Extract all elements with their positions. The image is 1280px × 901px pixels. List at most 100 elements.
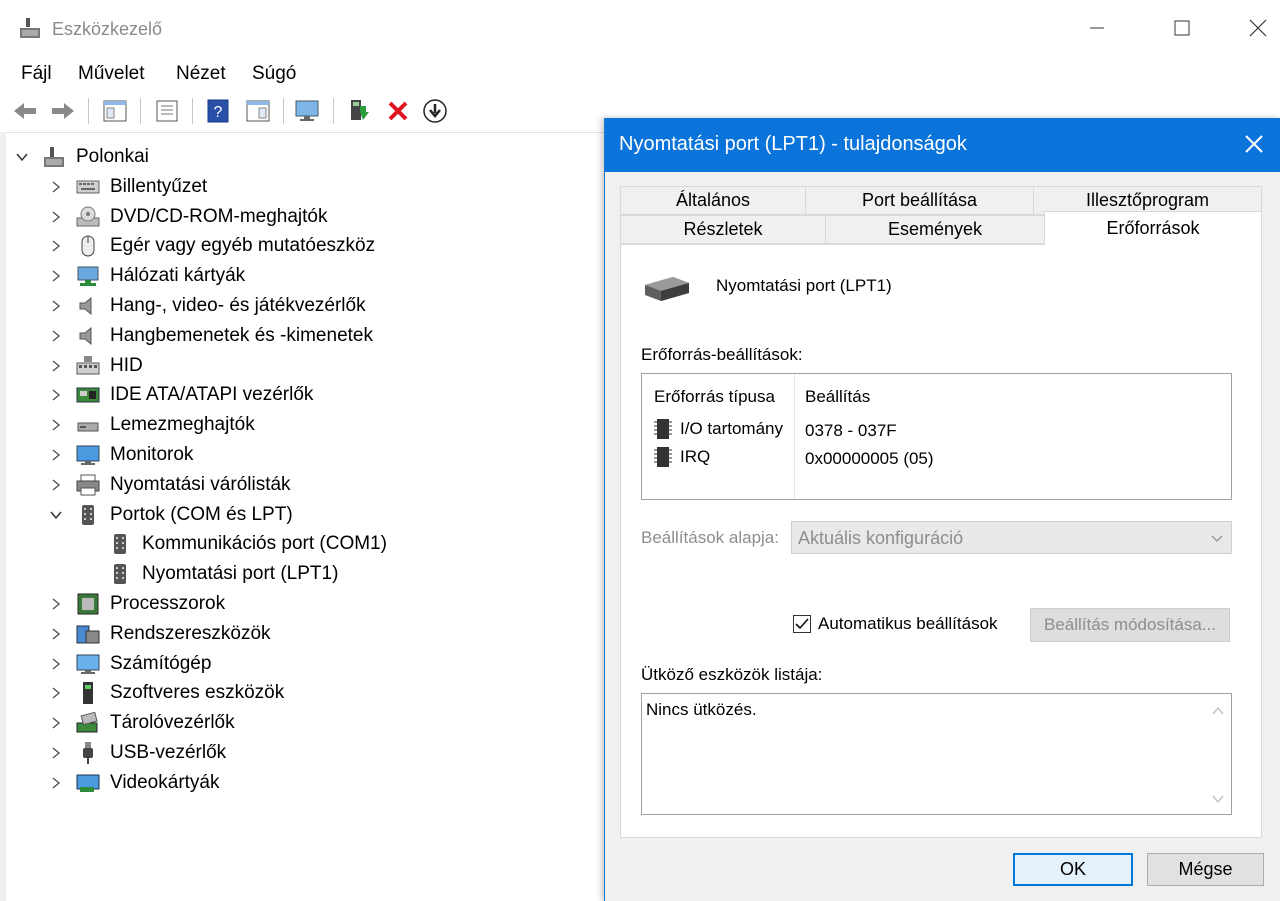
chevron-right-icon[interactable] [48,477,64,493]
tree-category[interactable]: Billentyűzet [48,173,207,201]
tree-category[interactable]: Portok (COM és LPT) [48,501,293,529]
tab-details[interactable]: Részletek [620,215,826,244]
close-button[interactable] [1236,10,1280,46]
tree-category-label: Tárolóvezérlők [110,712,235,734]
cancel-button[interactable]: Mégse [1147,853,1264,886]
column-header-setting[interactable]: Beállítás [805,387,870,407]
tree-category[interactable]: Egér vagy egyéb mutatóeszköz [48,232,375,260]
chevron-right-icon[interactable] [48,179,64,195]
chevron-down-icon[interactable] [48,507,64,523]
resource-list[interactable]: Erőforrás típusa Beállítás I/O tartomány… [641,373,1232,500]
back-button[interactable] [10,96,40,126]
chevron-down-icon [1211,535,1223,543]
console-tree-button[interactable] [100,96,130,126]
tree-device-label: Nyomtatási port (LPT1) [142,563,339,585]
menu-action[interactable]: Művelet [78,63,145,85]
scan-hardware-button[interactable] [293,96,323,126]
scroll-up-icon[interactable] [1211,704,1225,718]
tree-category[interactable]: Processzorok [48,590,225,618]
tree-category[interactable]: Hálózati kártyák [48,262,245,290]
chevron-right-icon[interactable] [48,626,64,642]
update-driver-button[interactable] [345,96,375,126]
chevron-right-icon[interactable] [48,209,64,225]
chevron-right-icon[interactable] [48,685,64,701]
window-edge [0,132,6,901]
menu-file[interactable]: Fájl [21,63,52,85]
chevron-right-icon[interactable] [48,328,64,344]
tab-events[interactable]: Események [825,215,1045,244]
chevron-right-icon[interactable] [48,447,64,463]
tree-device[interactable]: Kommunikációs port (COM1) [108,530,387,558]
tree-category[interactable]: Nyomtatási várólisták [48,471,291,499]
tree-category[interactable]: HID [48,352,143,380]
ok-button[interactable]: OK [1013,853,1133,886]
tree-category[interactable]: Hang-, video- és játékvezérlők [48,292,366,320]
conflict-list[interactable]: Nincs ütközés. [641,693,1232,815]
tree-category[interactable]: Videokártyák [48,769,220,797]
auto-settings-checkbox[interactable] [793,615,811,633]
minimize-button[interactable] [1074,10,1118,46]
tree-category[interactable]: DVD/CD-ROM-meghajtók [48,203,327,231]
hid-icon [76,354,100,378]
storage-controller-icon [76,711,100,735]
chevron-down-icon[interactable] [14,149,30,165]
action-pane-button[interactable] [243,96,273,126]
port-icon [108,532,132,556]
display-adapter-icon [76,771,100,795]
update-driver-icon [351,100,369,120]
dialog-close-icon[interactable] [1241,131,1267,157]
chevron-right-icon[interactable] [48,745,64,761]
column-header-type[interactable]: Erőforrás típusa [654,387,775,407]
checkmark-icon [795,618,809,630]
chevron-right-icon[interactable] [48,596,64,612]
network-adapter-icon [76,264,100,288]
conflict-text: Nincs ütközés. [646,700,757,719]
tree-category[interactable]: USB-vezérlők [48,739,226,767]
arrow-right-icon [52,103,74,119]
chevron-right-icon[interactable] [48,268,64,284]
console-tree-icon [103,100,127,122]
forward-button[interactable] [48,96,78,126]
tree-category[interactable]: Lemezmeghajtók [48,411,255,439]
resource-row[interactable]: I/O tartomány [654,418,783,440]
resource-settings-label: Erőforrás-beállítások: [641,345,803,364]
port-icon [108,562,132,586]
tree-root[interactable]: Polonkai [14,143,149,171]
tab-port-settings[interactable]: Port beállítása [805,186,1034,215]
tree-category[interactable]: Számítógép [48,650,211,678]
maximize-button[interactable] [1160,10,1204,46]
tab-resources[interactable]: Erőforrások [1044,211,1262,245]
properties-button[interactable] [152,96,182,126]
ide-controller-icon [76,383,100,407]
chevron-right-icon[interactable] [48,298,64,314]
chevron-right-icon[interactable] [48,238,64,254]
tree-category-label: Billentyűzet [110,175,208,197]
chevron-right-icon[interactable] [48,656,64,672]
chevron-right-icon[interactable] [48,775,64,791]
chevron-right-icon[interactable] [48,358,64,374]
scroll-down-icon[interactable] [1211,792,1225,806]
tab-general[interactable]: Általános [620,186,806,215]
menu-help[interactable]: Súgó [252,63,296,85]
chevron-right-icon[interactable] [48,715,64,731]
menu-view[interactable]: Nézet [176,63,226,85]
tree-category[interactable]: Hangbemenetek és -kimenetek [48,322,373,350]
tree-category[interactable]: Szoftveres eszközök [48,679,284,707]
help-button[interactable]: ? [203,96,233,126]
tree-category-label: Processzorok [110,593,226,614]
tree-category-label: Portok (COM és LPT) [110,503,293,525]
auto-settings-label[interactable]: Automatikus beállítások [818,614,998,634]
tree-device[interactable]: Nyomtatási port (LPT1) [108,560,338,588]
tree-category[interactable]: Tárolóvezérlők [48,709,235,737]
tree-category[interactable]: Rendszereszközök [48,620,271,648]
chevron-right-icon[interactable] [48,387,64,403]
disable-device-button[interactable] [420,96,450,126]
settings-based-on-select[interactable]: Aktuális konfiguráció [791,521,1232,554]
tree-category[interactable]: IDE ATA/ATAPI vezérlők [48,381,313,409]
chevron-right-icon[interactable] [48,417,64,433]
tree-category[interactable]: Monitorok [48,441,193,469]
tree-device-label: Kommunikációs port (COM1) [142,533,387,555]
resource-row[interactable]: IRQ [654,446,710,468]
uninstall-device-button[interactable] [383,96,413,126]
change-setting-button[interactable]: Beállítás módosítása... [1030,608,1230,642]
